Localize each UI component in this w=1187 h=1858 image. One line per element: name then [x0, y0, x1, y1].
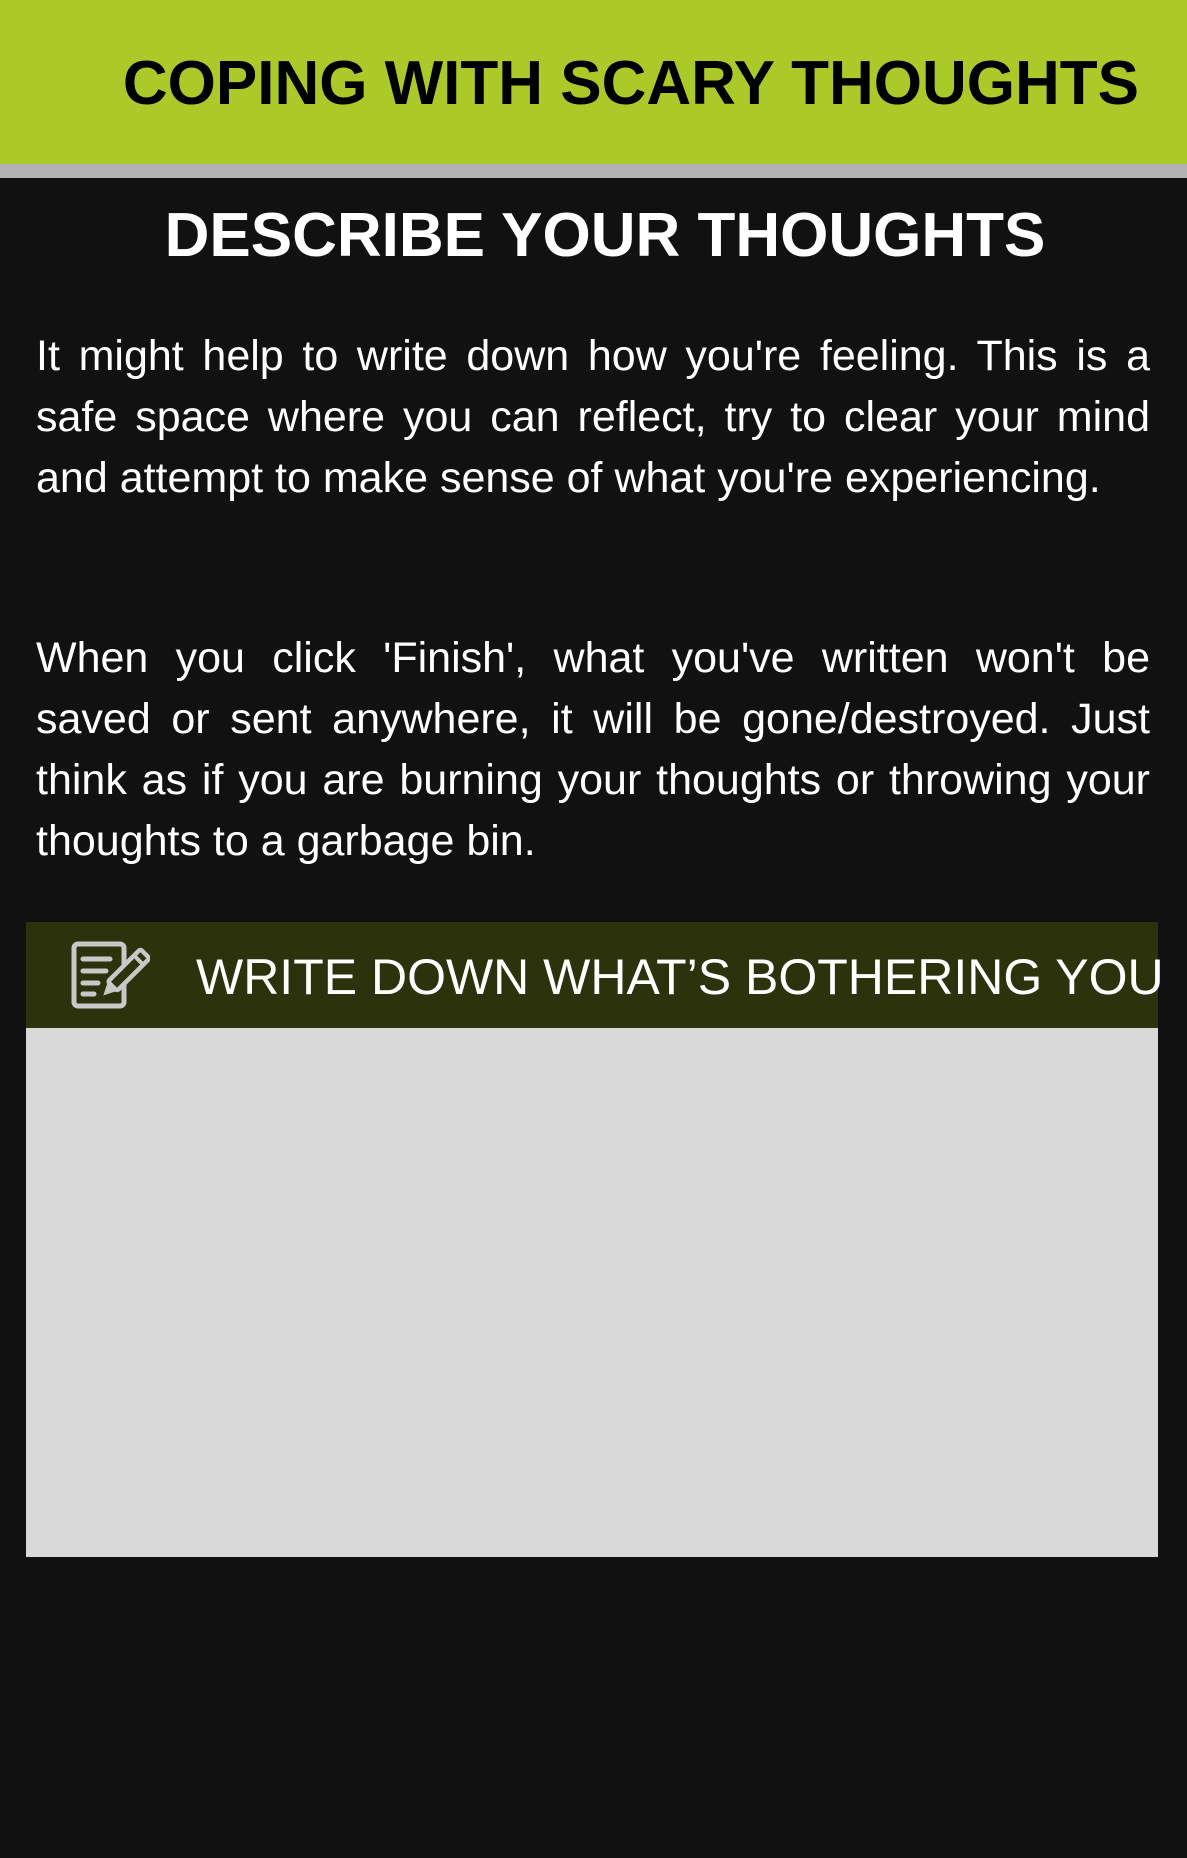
write-panel-label: WRITE DOWN WHAT’S BOTHERING YOU	[196, 949, 1164, 1005]
page-title: DESCRIBE YOUR THOUGHTS	[164, 201, 1046, 270]
disclaimer-paragraph: When you click 'Finish', what you've wri…	[36, 634, 1150, 865]
write-panel-header: WRITE DOWN WHAT’S BOTHERING YOU	[26, 922, 1164, 1028]
app-header: COPING WITH SCARY THOUGHTS	[0, 0, 1187, 164]
thoughts-textarea[interactable]	[26, 1028, 1158, 1557]
intro-paragraph: It might help to write down how you're f…	[36, 332, 1150, 502]
header-divider	[0, 164, 1187, 178]
note-edit-icon	[70, 940, 151, 1012]
app-title: COPING WITH SCARY THOUGHTS	[122, 49, 1139, 118]
write-panel: WRITE DOWN WHAT’S BOTHERING YOU	[26, 922, 1164, 1557]
